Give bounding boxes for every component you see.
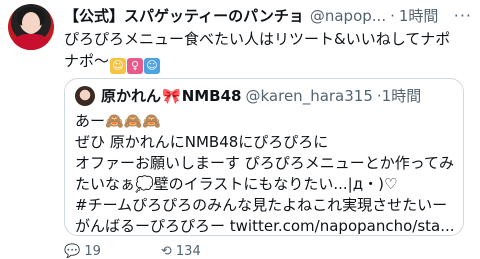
female-sign-icon: ♀ [127, 58, 144, 74]
quoted-timestamp: 1時間 [381, 87, 422, 105]
quoted-author-name: 原かれん [101, 87, 162, 105]
quoted-author-handle: @karen_hara315 [245, 87, 373, 105]
quoted-tweet-text: あー🙈🙈🙈 ぜひ 原かれんにNMB48にぴろぴろに オファーお願いしまーす ぴろ… [75, 112, 455, 235]
ribbon-icon: 🎀 [162, 87, 181, 105]
tweet-text: ぴろぴろメニュー食べたい人はリツート&いいねしてナポナポ〜 ☺ ♀ ☺ [64, 28, 464, 74]
more-options-icon[interactable]: ··· [446, 6, 472, 26]
man-gesturing-ok-icon: ☺ [110, 58, 127, 74]
quoted-author-name-suffix: NMB48 [181, 87, 242, 105]
avatar-face [22, 12, 40, 34]
tweet-timestamp[interactable]: 1時間 [399, 6, 439, 26]
avatar-shirt [14, 34, 48, 50]
author-name[interactable]: 【公式】スパゲッティーのパンチョ [64, 6, 304, 26]
quoted-tweet-header: 原かれん 🎀 NMB48 @karen_hara315 · 1時間 [75, 86, 453, 106]
author-avatar[interactable] [8, 4, 54, 50]
quoted-author-avatar [75, 86, 95, 106]
quoted-tweet[interactable]: 原かれん 🎀 NMB48 @karen_hara315 · 1時間 あー🙈🙈🙈 … [64, 78, 464, 236]
man-gesturing-ok-icon: ☺ [144, 58, 161, 74]
author-handle[interactable]: @napop... [310, 6, 386, 26]
separator-dot: · [390, 7, 395, 25]
tweet-header: 【公式】スパゲッティーのパンチョ @napop... · 1時間 ··· [64, 6, 472, 26]
